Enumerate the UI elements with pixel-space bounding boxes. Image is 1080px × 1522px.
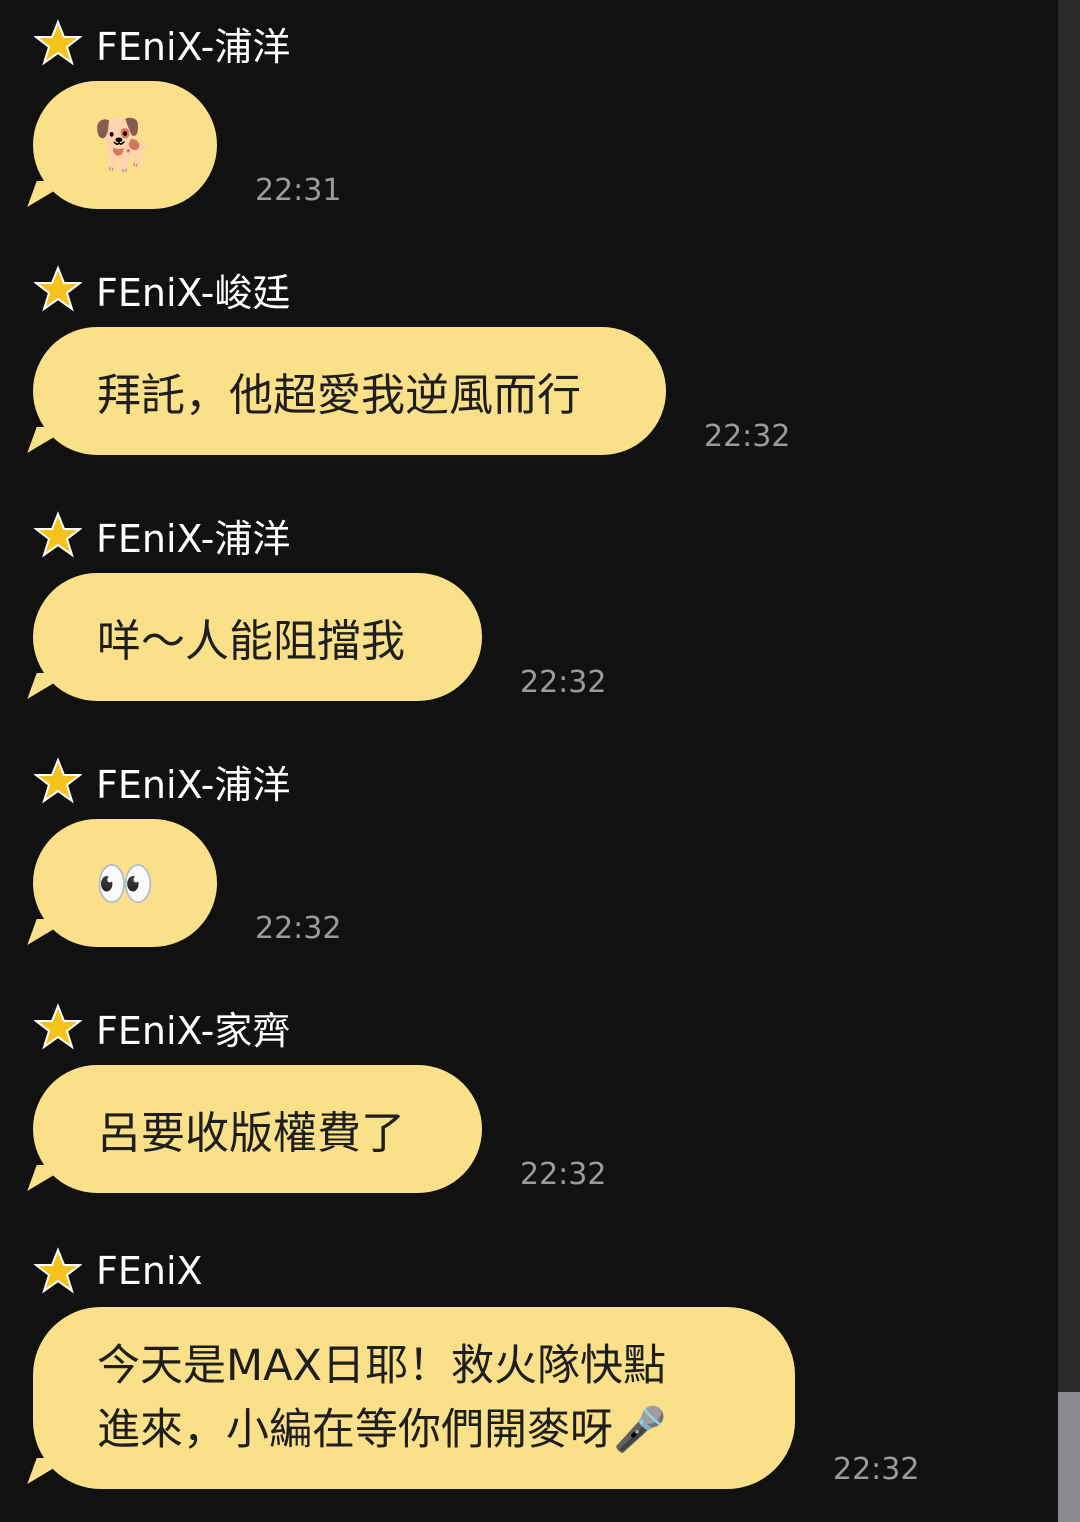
message-text-line: 今天是MAX日耶！救火隊快點	[97, 1341, 666, 1391]
sender-row: FEniX-峻廷	[34, 264, 291, 315]
sender-name: FEniX-峻廷	[96, 270, 291, 315]
sender-row: FEniX-浦洋	[34, 756, 291, 807]
message-time: 22:32	[704, 419, 791, 454]
bubble-tail	[27, 181, 71, 207]
bubble-tail	[27, 427, 71, 453]
message-text-line: 進來，小編在等你們開麥呀🎤	[97, 1405, 667, 1455]
sender-name: FEniX-浦洋	[96, 762, 291, 807]
star-icon	[34, 757, 82, 804]
scrollbar-thumb[interactable]	[1058, 1392, 1080, 1522]
message-bubble[interactable]: 今天是MAX日耶！救火隊快點 進來，小編在等你們開麥呀🎤	[33, 1307, 795, 1489]
star-icon	[34, 1003, 82, 1050]
star-icon	[34, 265, 82, 312]
sender-name: FEniX-浦洋	[96, 24, 291, 69]
sender-name: FEniX	[96, 1249, 203, 1293]
sender-row: FEniX	[34, 1246, 203, 1296]
bubble-tail	[27, 919, 71, 945]
bubble-tail	[27, 1458, 71, 1484]
message-time: 22:32	[833, 1452, 920, 1487]
message-time: 22:32	[520, 665, 607, 700]
star-icon	[34, 1247, 82, 1294]
sender-row: FEniX-浦洋	[34, 510, 291, 561]
sender-name: FEniX-家齊	[96, 1008, 291, 1053]
dog-emoji: 🐕	[93, 115, 157, 174]
message-bubble[interactable]: 呂要收版權費了	[33, 1065, 482, 1193]
eyes-emoji: 👀	[95, 855, 155, 912]
sender-row: FEniX-浦洋	[34, 18, 291, 69]
message-time: 22:32	[520, 1157, 607, 1192]
message-bubble[interactable]: 拜託，他超愛我逆風而行	[33, 327, 666, 455]
sender-row: FEniX-家齊	[34, 1002, 291, 1053]
message-text: 咩～人能阻擋我	[97, 616, 405, 667]
scrollbar-track[interactable]	[1058, 0, 1080, 1522]
star-icon	[34, 511, 82, 558]
bubble-tail	[27, 673, 71, 699]
message-time: 22:32	[255, 911, 342, 946]
message-time: 22:31	[255, 173, 342, 208]
chat-view: FEniX-浦洋 🐕 22:31 FEniX-峻廷 拜託，他超愛我逆風而行 22…	[0, 0, 1058, 1522]
message-bubble[interactable]: 咩～人能阻擋我	[33, 573, 482, 701]
message-text: 拜託，他超愛我逆風而行	[97, 370, 581, 421]
message-text: 呂要收版權費了	[97, 1108, 405, 1159]
bubble-tail	[27, 1165, 71, 1191]
sender-name: FEniX-浦洋	[96, 516, 291, 561]
star-icon	[34, 19, 82, 66]
